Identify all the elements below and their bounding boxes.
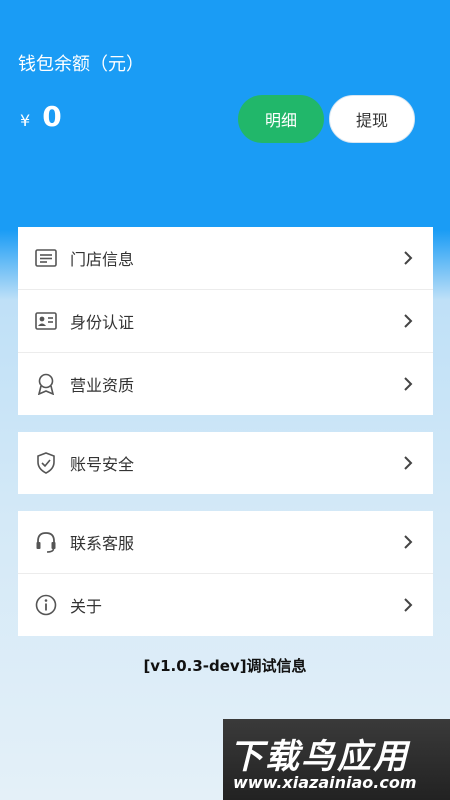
chevron-right-icon <box>404 598 413 612</box>
chevron-right-icon <box>404 377 413 391</box>
menu-item-customer-service[interactable]: 联系客服 <box>18 511 433 573</box>
menu-label: 联系客服 <box>70 534 135 553</box>
menu-group-support: 联系客服 关于 <box>18 511 433 636</box>
shield-icon <box>34 451 58 475</box>
watermark-title: 下载鸟应用 <box>229 737 409 777</box>
chevron-right-icon <box>404 314 413 328</box>
chevron-right-icon <box>404 535 413 549</box>
wallet-header: 钱包余额（元） ¥ 0 明细 提现 <box>0 0 450 230</box>
menu-item-account-security[interactable]: 账号安全 <box>18 432 433 494</box>
menu-item-store-info[interactable]: 门店信息 <box>18 227 433 289</box>
watermark-url: www.xiazainiao.com <box>233 773 417 792</box>
menu-group-security: 账号安全 <box>18 432 433 494</box>
menu-item-business-qualification[interactable]: 营业资质 <box>18 352 433 415</box>
menu-group-store: 门店信息 身份认证 营业资质 <box>18 227 433 415</box>
store-info-icon <box>34 246 58 270</box>
chevron-right-icon <box>404 251 413 265</box>
info-icon <box>34 593 58 617</box>
detail-button[interactable]: 明细 <box>238 95 324 143</box>
award-icon <box>34 372 58 396</box>
menu-item-about[interactable]: 关于 <box>18 573 433 636</box>
debug-info-link[interactable]: [v1.0.3-dev]调试信息 <box>0 655 450 676</box>
balance-row: ¥ 0 <box>20 100 62 133</box>
menu-item-identity-verification[interactable]: 身份认证 <box>18 289 433 352</box>
balance-amount: 0 <box>42 100 62 133</box>
menu-label: 账号安全 <box>70 455 135 474</box>
menu-label: 营业资质 <box>70 376 135 395</box>
menu-label: 门店信息 <box>70 250 135 269</box>
menu-label: 身份认证 <box>70 313 135 332</box>
headset-icon <box>34 530 58 554</box>
watermark: 下载鸟应用 www.xiazainiao.com <box>223 719 450 800</box>
chevron-right-icon <box>404 456 413 470</box>
id-card-icon <box>34 309 58 333</box>
balance-title: 钱包余额（元） <box>18 54 144 75</box>
menu-label: 关于 <box>70 597 103 616</box>
withdraw-button[interactable]: 提现 <box>329 95 415 143</box>
currency-symbol: ¥ <box>20 111 31 130</box>
